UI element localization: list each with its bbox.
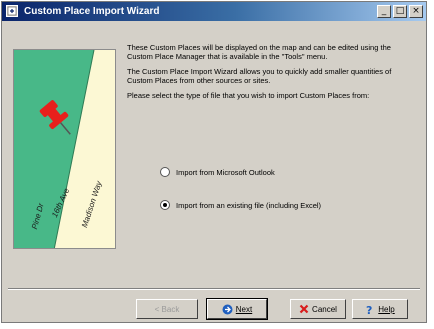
outlook-radio[interactable] <box>160 167 170 177</box>
svg-text:?: ? <box>366 304 372 315</box>
description: These Custom Places will be displayed on… <box>127 43 399 106</box>
description-paragraph: These Custom Places will be displayed on… <box>127 43 391 61</box>
cancel-button-label: Cancel <box>312 304 337 314</box>
option-outlook[interactable]: Import from Microsoft Outlook <box>160 167 275 177</box>
next-button-label: Next <box>235 304 253 314</box>
outlook-label: Import from Microsoft Outlook <box>176 167 275 177</box>
next-arrow-icon <box>222 304 233 314</box>
separator <box>8 288 420 290</box>
next-button[interactable]: Next <box>206 298 268 320</box>
maximize-button[interactable]: □ <box>393 5 407 18</box>
map-illustration: Pine Dr 16th Ave Madison Way <box>13 49 116 249</box>
cancel-button[interactable]: Cancel <box>290 299 346 319</box>
file-label: Import from an existing file (including … <box>176 200 322 210</box>
close-button[interactable]: × <box>409 5 423 18</box>
title-bar[interactable]: Custom Place Import Wizard _ □ × <box>2 2 426 21</box>
description-paragraph: Please select the type of file that you … <box>127 91 370 100</box>
window-title: Custom Place Import Wizard <box>24 6 160 17</box>
wizard-window: Custom Place Import Wizard _ □ × Pine Dr… <box>1 1 427 323</box>
description-paragraph: The Custom Place Import Wizard allows yo… <box>127 67 392 85</box>
option-file[interactable]: Import from an existing file (including … <box>160 200 321 210</box>
app-icon <box>6 5 18 17</box>
title-buttons: _ □ × <box>377 5 423 18</box>
back-button-label: < Back <box>154 304 180 314</box>
minimize-button[interactable]: _ <box>377 5 391 18</box>
map-graphic <box>14 50 95 248</box>
file-radio[interactable] <box>160 200 170 210</box>
help-button-label: Help <box>378 304 395 314</box>
help-button[interactable]: ? Help <box>352 299 408 319</box>
help-question-icon: ? <box>366 304 372 315</box>
back-button[interactable]: < Back <box>136 299 198 319</box>
cancel-x-icon <box>299 304 309 314</box>
